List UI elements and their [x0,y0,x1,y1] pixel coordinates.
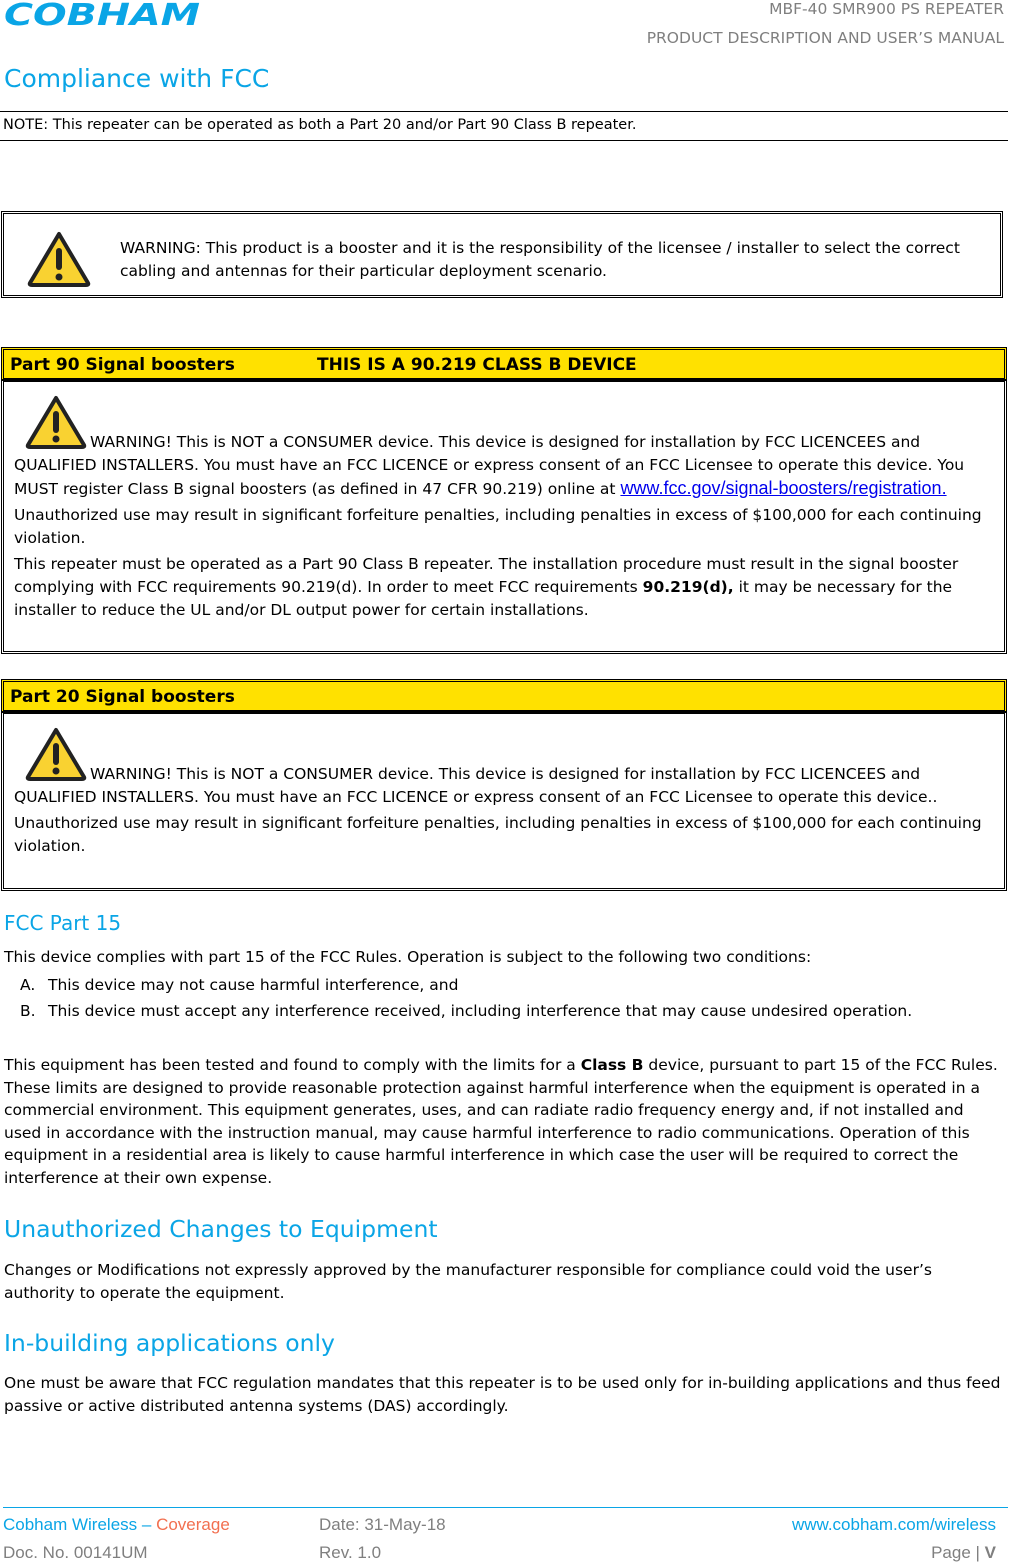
condition-marker: B. [20,1002,36,1020]
note-text: NOTE: This repeater can be operated as b… [3,117,637,133]
condition-marker: A. [20,976,36,994]
part90-heading: Part 90 Signal boosters [10,355,235,375]
para-text-1: This equipment has been tested and found… [4,1056,581,1074]
doc-title-line2: PRODUCT DESCRIPTION AND USER’S MANUAL [646,29,1004,47]
footer-company: Cobham Wireless – Coverage [3,1515,230,1535]
fcc-part15-heading: FCC Part 15 [4,911,122,935]
condition-text: This device may not cause harmful interf… [48,976,459,994]
warning-triangle-icon [25,728,87,781]
fcc-registration-link[interactable]: www.fcc.gov/signal-boosters/registration… [620,478,946,498]
part90-body: WARNING! This is NOT a CONSUMER device. … [1,379,1007,654]
part20-body: WARNING! This is NOT a CONSUMER device. … [1,711,1007,891]
part90-operation-text: This repeater must be operated as a Part… [14,553,994,622]
para-bold: Class B [580,1056,644,1074]
warning-text: WARNING: This product is a booster and i… [120,239,960,280]
part90-penalty-text: Unauthorized use may result in significa… [14,506,982,547]
in-building-heading: In-building applications only [4,1329,335,1357]
fcc-part15-intro: This device complies with part 15 of the… [4,948,812,966]
part20-heading: Part 20 Signal boosters [10,687,235,707]
footer-page-label: Page | [931,1543,985,1562]
unauthorized-changes-text: Changes or Modifications not expressly a… [4,1261,932,1302]
part90-class-b-label: THIS IS A 90.219 CLASS B DEVICE [317,355,637,375]
cobham-logo: COBHAM [4,0,200,30]
footer-date: Date: 31-May-18 [319,1515,446,1534]
doc-title-line1: MBF-40 SMR900 PS REPEATER [769,0,1004,18]
footer-company-name: Cobham Wireless [3,1515,138,1534]
part20-penalty-text: Unauthorized use may result in significa… [14,814,982,855]
warning-triangle-icon [27,232,91,287]
part90-header: Part 90 Signal boosters THIS IS A 90.219… [1,347,1007,381]
footer-page-number: V [984,1543,996,1562]
condition-text: This device must accept any interference… [48,1002,913,1020]
note-bar: NOTE: This repeater can be operated as b… [0,111,1008,141]
page-title: Compliance with FCC [4,64,270,93]
footer-divider [3,1507,1008,1508]
warning-box: WARNING: This product is a booster and i… [1,211,1003,298]
fcc-part15-class-b-paragraph: This equipment has been tested and found… [4,1054,1004,1189]
footer-website-link[interactable]: www.cobham.com/wireless [792,1515,996,1535]
condition-item: B. This device must accept any interferen… [20,1002,912,1020]
condition-item: A. This device may not cause harmful inte… [20,976,458,994]
in-building-text: One must be aware that FCC regulation ma… [4,1374,1001,1415]
footer-division: Coverage [156,1515,230,1534]
footer-page: Page | V [931,1543,996,1563]
unauthorized-changes-heading: Unauthorized Changes to Equipment [4,1215,438,1243]
part20-header: Part 20 Signal boosters [1,679,1007,713]
logo-text: COBHAM [4,0,200,30]
footer-revision: Rev. 1.0 [319,1543,382,1562]
part20-warning-text: WARNING! This is NOT a CONSUMER device. … [14,765,938,806]
para-text-2: device, pursuant to part 15 of the FCC R… [4,1056,998,1187]
footer-dash: – [137,1515,157,1534]
footer-doc-number: Doc. No. 00141UM [3,1543,148,1562]
operation-text-bold: 90.219(d), [642,578,734,596]
warning-triangle-icon [25,396,87,449]
